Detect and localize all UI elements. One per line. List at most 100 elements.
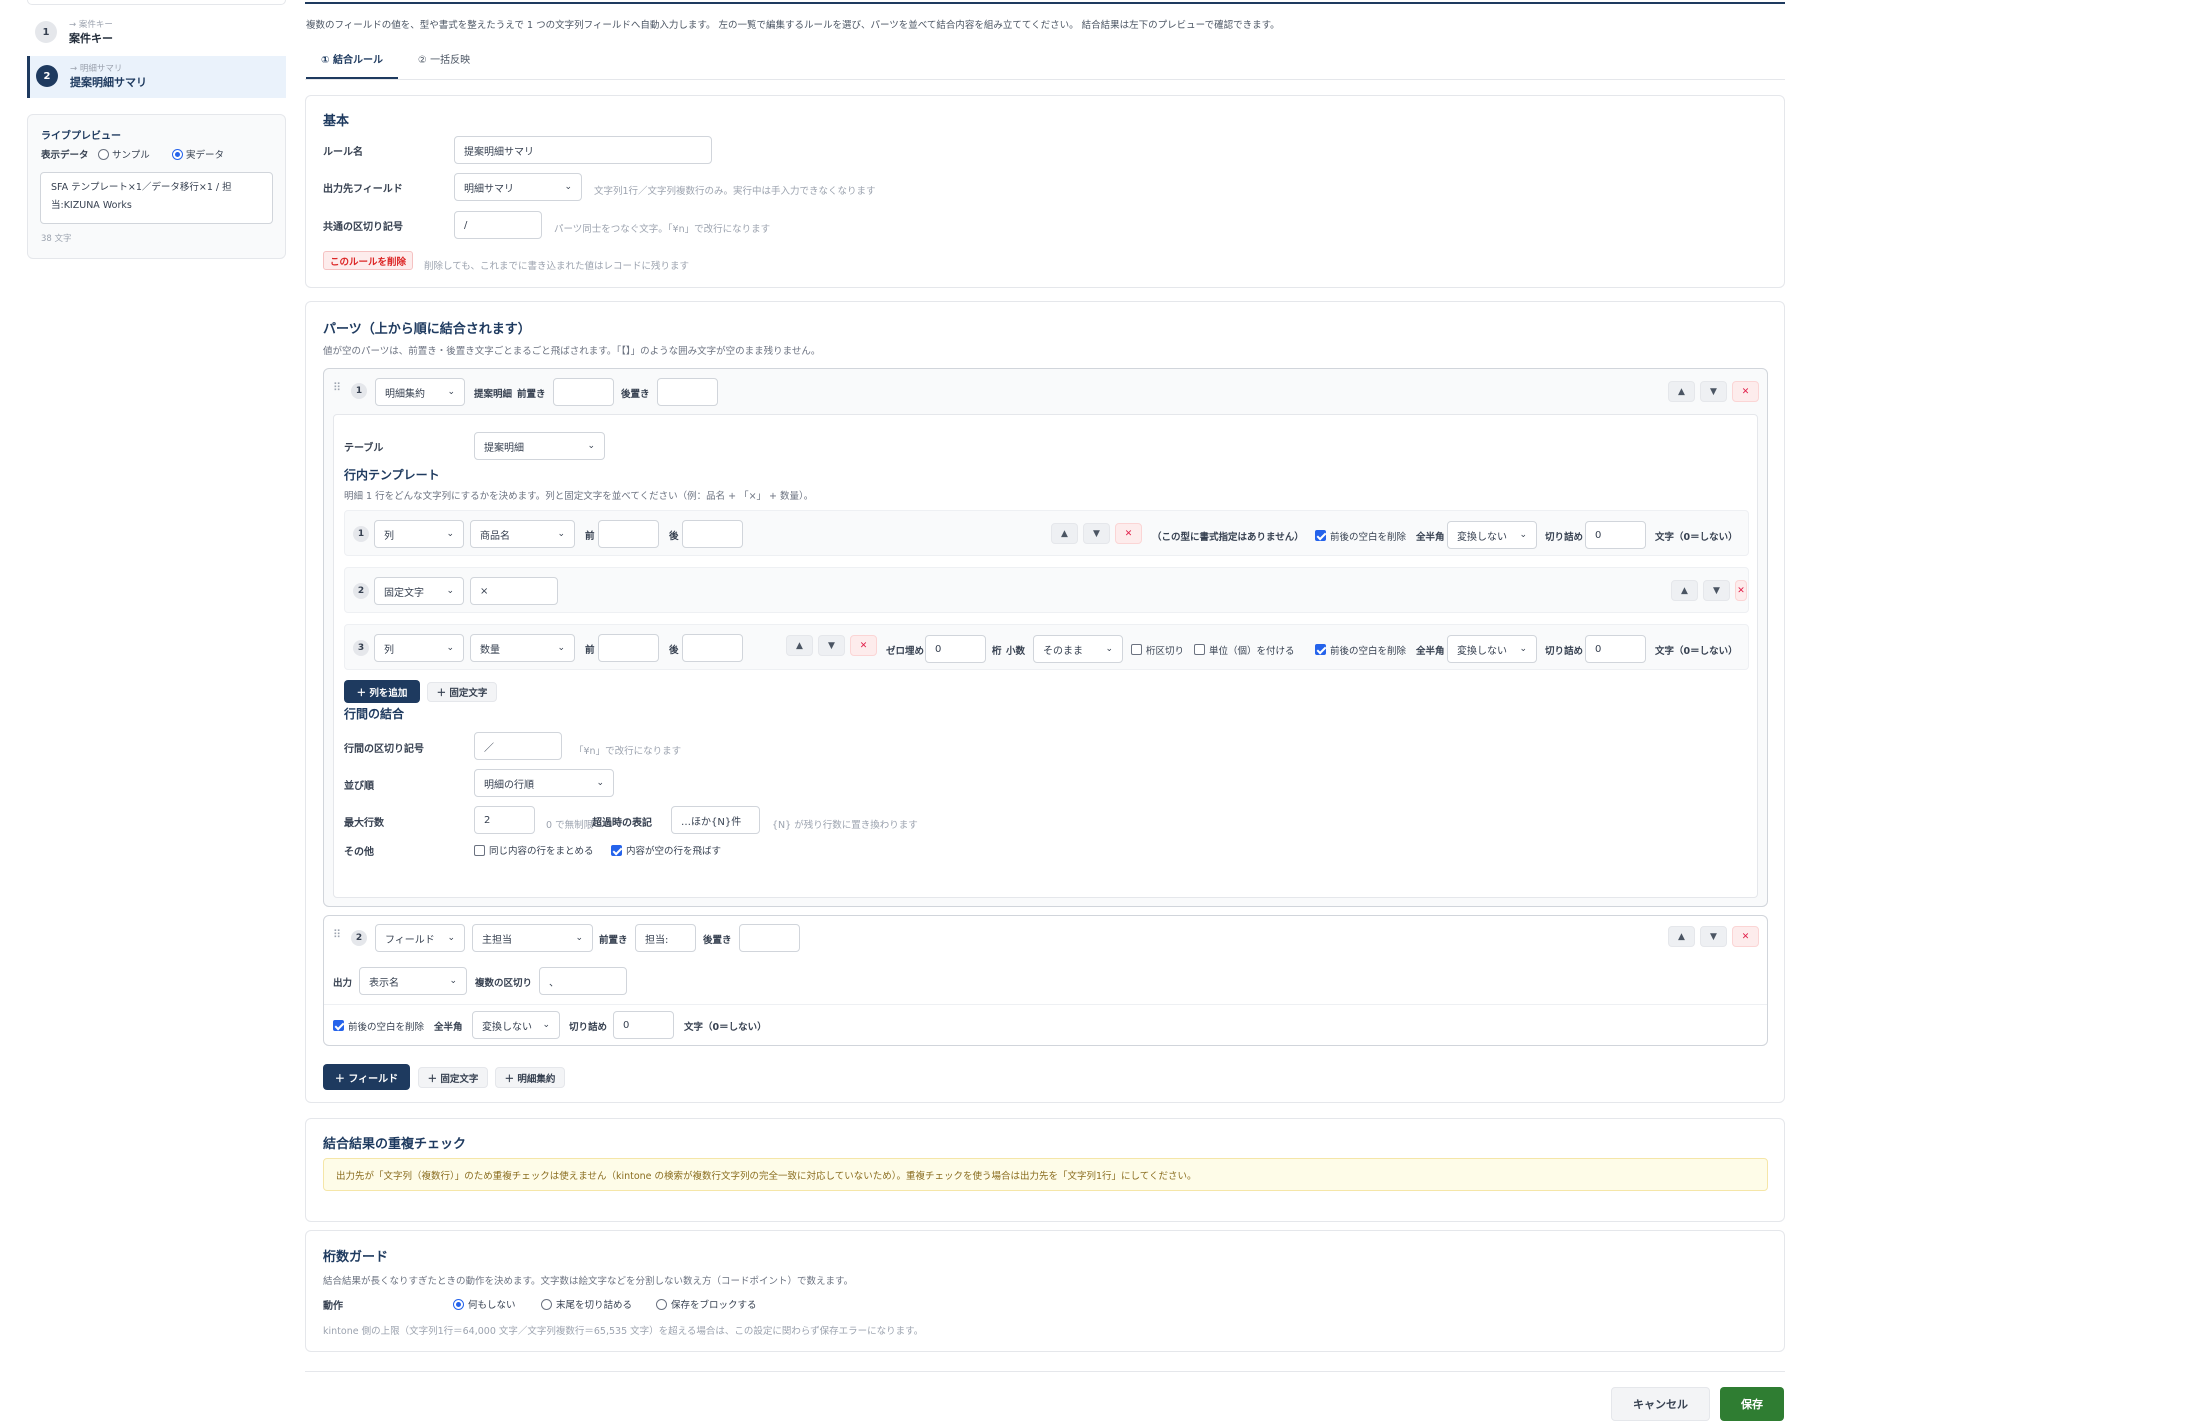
- suffix-input[interactable]: [739, 924, 800, 952]
- delete-part-button[interactable]: ✕: [1732, 926, 1759, 947]
- width-select[interactable]: 変換しない ⌄: [1447, 521, 1537, 549]
- step-item-1[interactable]: 1 → 案件キー 案件キー: [27, 13, 286, 53]
- move-up-button[interactable]: ▲: [1668, 381, 1695, 402]
- add-column-button[interactable]: ＋ 列を追加: [344, 680, 420, 703]
- radio-real[interactable]: [172, 149, 183, 160]
- delete-part-button[interactable]: ✕: [1732, 381, 1759, 402]
- move-up-button[interactable]: ▲: [1051, 523, 1078, 544]
- row-post-input[interactable]: [682, 520, 743, 548]
- row-sep-input[interactable]: ／: [474, 732, 562, 760]
- guard-option-none[interactable]: [453, 1299, 464, 1310]
- step-item-2[interactable]: 2 → 明細サマリ 提案明細サマリ: [27, 56, 286, 98]
- row-post-input[interactable]: [682, 634, 743, 662]
- part-type-select[interactable]: フィールド ⌄: [375, 924, 465, 952]
- move-up-button[interactable]: ▲: [786, 635, 813, 656]
- cut-input[interactable]: 0: [1585, 521, 1646, 549]
- trim-checkbox[interactable]: [1315, 530, 1326, 541]
- move-down-button[interactable]: ▼: [818, 635, 845, 656]
- trim-checkbox[interactable]: [333, 1020, 344, 1031]
- max-rows-input[interactable]: 2: [474, 806, 535, 834]
- save-button[interactable]: 保存: [1720, 1387, 1784, 1421]
- move-down-button[interactable]: ▼: [1700, 926, 1727, 947]
- zero-pad-input[interactable]: 0: [925, 635, 986, 663]
- step-sub: → 案件キー: [69, 20, 113, 30]
- drag-handle-icon[interactable]: ⠿: [333, 928, 341, 941]
- row-type-select[interactable]: 固定文字 ⌄: [374, 577, 464, 605]
- cut-input[interactable]: 0: [1585, 635, 1646, 663]
- delete-rule-button[interactable]: このルールを削除: [323, 251, 414, 270]
- row-type-value: 固定文字: [384, 587, 424, 599]
- width-value: 変換しない: [482, 1021, 532, 1033]
- add-fixed-text-button[interactable]: ＋ 固定文字: [427, 682, 497, 702]
- comma-checkbox[interactable]: [1131, 644, 1142, 655]
- delete-rule-note: 削除しても、これまでに書き込まれた値はレコードに残ります: [424, 261, 689, 272]
- comma-label: 桁区切り: [1146, 646, 1185, 657]
- delete-row-button[interactable]: ✕: [1115, 523, 1142, 544]
- merge-rows-checkbox[interactable]: [474, 845, 485, 856]
- radio-sample-label: サンプル: [112, 150, 150, 161]
- add-fixed-text-button[interactable]: ＋ 固定文字: [418, 1067, 488, 1088]
- suffix-input[interactable]: [657, 378, 718, 406]
- table-select[interactable]: 提案明細 ⌄: [474, 432, 605, 460]
- row-pre-input[interactable]: [598, 520, 659, 548]
- rule-name-input[interactable]: 提案明細サマリ: [454, 136, 712, 164]
- move-up-button[interactable]: ▲: [1671, 580, 1698, 601]
- part-number: 2: [351, 930, 367, 946]
- unit-checkbox[interactable]: [1194, 644, 1205, 655]
- row-number: 1: [353, 526, 369, 542]
- part-number: 1: [351, 383, 367, 399]
- row-type-select[interactable]: 列 ⌄: [374, 520, 464, 548]
- fixed-text-input[interactable]: ×: [470, 577, 558, 605]
- output-field-note: 文字列1行／文字列複数行のみ。実行中は手入力できなくなります: [594, 186, 876, 197]
- add-aggregate-button[interactable]: ＋ 明細集約: [495, 1067, 565, 1088]
- skip-empty-checkbox[interactable]: [611, 845, 622, 856]
- radio-real-label: 実データ: [186, 150, 225, 161]
- delete-row-button[interactable]: ✕: [850, 635, 877, 656]
- row-number: 2: [353, 583, 369, 599]
- decimal-label: 小数: [1006, 646, 1026, 657]
- format-note: （この型に書式指定はありません）: [1152, 532, 1304, 543]
- separator-input[interactable]: /: [454, 211, 542, 239]
- guard-option-block[interactable]: [656, 1299, 667, 1310]
- guard-title: 桁数ガード: [323, 1250, 389, 1265]
- skip-empty-label: 内容が空の行を飛ばす: [626, 846, 722, 857]
- overflow-input[interactable]: …ほか{N}件: [671, 806, 760, 834]
- multi-sep-input[interactable]: 、: [539, 967, 627, 995]
- prefix-input[interactable]: 担当:: [635, 924, 696, 952]
- trim-checkbox[interactable]: [1315, 644, 1326, 655]
- suffix-label: 後置き: [621, 389, 650, 400]
- prefix-label: 前置き: [517, 389, 546, 400]
- tab-bulk[interactable]: ② 一括反映: [404, 52, 484, 79]
- parts-title: パーツ（上から順に結合されます）: [323, 322, 531, 337]
- move-down-button[interactable]: ▼: [1700, 381, 1727, 402]
- cut-input[interactable]: 0: [613, 1011, 674, 1039]
- output-select[interactable]: 表示名 ⌄: [359, 967, 467, 995]
- drag-handle-icon[interactable]: ⠿: [333, 381, 341, 394]
- guard-option-truncate[interactable]: [541, 1299, 552, 1310]
- decimal-select[interactable]: そのまま ⌄: [1033, 635, 1123, 663]
- move-down-button[interactable]: ▼: [1703, 580, 1730, 601]
- part-field-select[interactable]: 主担当 ⌄: [472, 924, 593, 952]
- part-type-select[interactable]: 明細集約 ⌄: [375, 378, 465, 406]
- move-up-button[interactable]: ▲: [1668, 926, 1695, 947]
- width-select[interactable]: 変換しない ⌄: [472, 1011, 560, 1039]
- delete-row-button[interactable]: ✕: [1735, 580, 1747, 601]
- tab-rules[interactable]: ① 結合ルール: [306, 52, 398, 79]
- prefix-input[interactable]: [553, 378, 614, 406]
- radio-sample[interactable]: [98, 149, 109, 160]
- row-pre-input[interactable]: [598, 634, 659, 662]
- row-field-select[interactable]: 商品名 ⌄: [470, 520, 575, 548]
- move-down-button[interactable]: ▼: [1083, 523, 1110, 544]
- add-field-button[interactable]: ＋ フィールド: [323, 1064, 410, 1090]
- output-field-select[interactable]: 明細サマリ ⌄: [454, 173, 582, 201]
- part-type-value: フィールド: [385, 934, 435, 946]
- output-value: 表示名: [369, 977, 399, 989]
- row-type-select[interactable]: 列 ⌄: [374, 634, 464, 662]
- parts-card: パーツ（上から順に結合されます） 値が空のパーツは、前置き・後置き文字ごとまるご…: [305, 301, 1785, 1103]
- width-select[interactable]: 変換しない ⌄: [1447, 635, 1537, 663]
- row-field-select[interactable]: 数量 ⌄: [470, 634, 575, 662]
- tab-rule-line: [305, 79, 1785, 80]
- order-select[interactable]: 明細の行順 ⌄: [474, 769, 614, 797]
- cancel-button[interactable]: キャンセル: [1611, 1387, 1710, 1421]
- chevron-down-icon: ⌄: [449, 976, 457, 986]
